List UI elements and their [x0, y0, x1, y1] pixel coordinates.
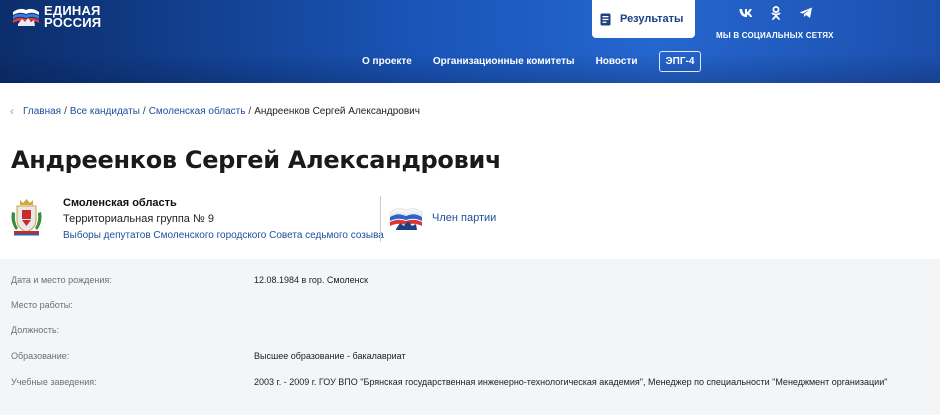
candidate-region-info: Смоленская область Территориальная групп… — [63, 197, 384, 243]
detail-value: Высшее образование - бакалавриат — [254, 350, 406, 361]
detail-label: Дата и место рождения: — [11, 274, 112, 285]
main-nav: О проекте Организационные комитеты Новос… — [362, 50, 702, 72]
detail-row-birth: Дата и место рождения: 12.08.1984 в гор.… — [0, 267, 940, 292]
breadcrumb-separator: / — [248, 105, 252, 117]
document-icon — [600, 13, 611, 25]
breadcrumb-region[interactable]: Смоленская область — [149, 106, 246, 117]
detail-value: 2003 г. - 2009 г. ГОУ ВПО "Брянская госу… — [254, 376, 888, 387]
site-logo[interactable]: ЕДИНАЯ РОССИЯ — [12, 4, 122, 30]
telegram-icon[interactable] — [799, 6, 813, 20]
election-link[interactable]: Выборы депутатов Смоленского городского … — [63, 230, 384, 243]
detail-row-education: Образование: Высшее образование - бакала… — [0, 343, 940, 368]
detail-label: Должность: — [11, 324, 60, 335]
united-russia-emblem-icon — [389, 208, 423, 230]
social-links: МЫ В СОЦИАЛЬНЫХ СЕТЯХ — [716, 4, 836, 44]
results-button[interactable]: Результаты — [592, 0, 695, 38]
page-title: Андреенков Сергей Александрович — [11, 146, 502, 174]
breadcrumb-separator: / — [64, 105, 67, 117]
vk-icon[interactable] — [739, 6, 753, 20]
detail-label: Учебные заведения: — [11, 376, 97, 387]
nav-news[interactable]: Новости — [596, 56, 638, 67]
detail-value: 12.08.1984 в гор. Смоленск — [254, 274, 369, 285]
breadcrumb: ‹ Главная / Все кандидаты / Смоленская о… — [10, 104, 420, 118]
party-status[interactable]: Член партии — [432, 212, 496, 224]
detail-row-institutions: Учебные заведения: 2003 г. - 2009 г. ГОУ… — [0, 369, 940, 394]
nav-epg4-button[interactable]: ЭПГ-4 — [658, 50, 702, 72]
divider — [380, 196, 381, 242]
detail-label: Образование: — [11, 350, 70, 361]
breadcrumb-all-candidates[interactable]: Все кандидаты — [70, 106, 140, 117]
nav-about[interactable]: О проекте — [362, 56, 412, 67]
social-caption: МЫ В СОЦИАЛЬНЫХ СЕТЯХ — [716, 31, 834, 40]
detail-row-position: Должность: — [0, 317, 940, 342]
breadcrumb-home[interactable]: Главная — [23, 106, 61, 117]
chevron-left-icon[interactable]: ‹ — [10, 104, 14, 118]
region-name: Смоленская область — [63, 197, 177, 209]
candidate-details: Дата и место рождения: 12.08.1984 в гор.… — [0, 259, 940, 415]
logo-text: ЕДИНАЯ РОССИЯ — [44, 3, 102, 30]
detail-row-workplace: Место работы: — [0, 292, 940, 317]
detail-label: Место работы: — [11, 299, 73, 310]
results-button-label: Результаты — [620, 13, 684, 25]
breadcrumb-current: Андреенков Сергей Александрович — [254, 105, 420, 117]
nav-org-committees[interactable]: Организационные комитеты — [433, 56, 575, 67]
bear-flag-logo-icon — [13, 8, 39, 26]
breadcrumb-separator: / — [142, 105, 146, 117]
odnoklassniki-icon[interactable] — [769, 6, 783, 20]
smolensk-coat-of-arms-icon — [11, 199, 42, 236]
territorial-group: Территориальная группа № 9 — [63, 213, 214, 225]
